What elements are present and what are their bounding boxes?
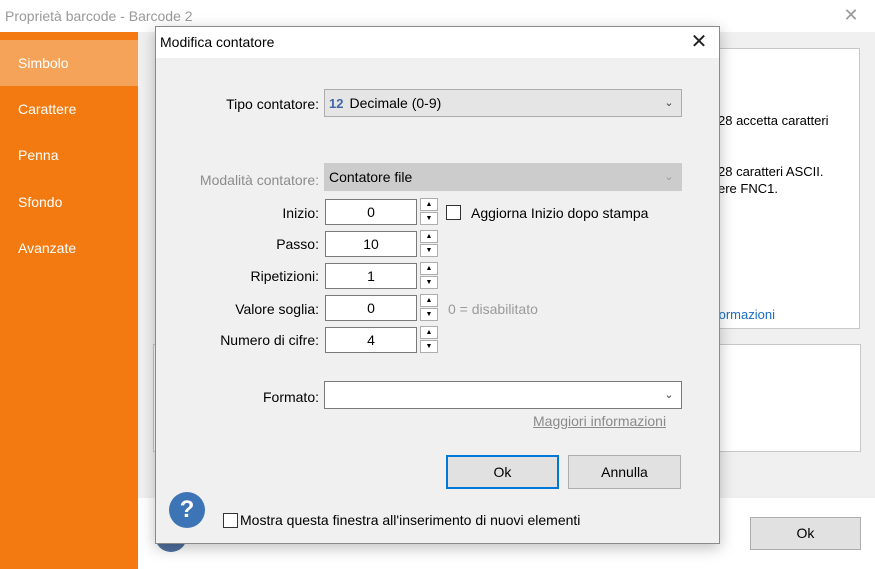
spin-up-icon[interactable]: ▲ bbox=[420, 326, 438, 339]
sidebar-item-simbolo[interactable]: Simbolo bbox=[0, 40, 138, 86]
back-window-close-icon[interactable]: ✕ bbox=[841, 5, 861, 25]
spin-down-icon[interactable]: ▼ bbox=[420, 212, 438, 225]
chevron-down-icon: ⌄ bbox=[664, 171, 674, 183]
back-window-title: Proprietà barcode - Barcode 2 bbox=[5, 8, 193, 24]
inizio-input[interactable]: 0 bbox=[325, 199, 417, 225]
spin-down-icon[interactable]: ▼ bbox=[420, 308, 438, 321]
modalita-contatore-select[interactable]: Contatore file ⌄ bbox=[324, 163, 682, 191]
ripetizioni-input[interactable]: 1 bbox=[325, 263, 417, 289]
close-icon[interactable]: ✕ bbox=[686, 30, 712, 54]
sidebar-item-carattere[interactable]: Carattere bbox=[0, 86, 138, 132]
sidebar-item-avanzate[interactable]: Avanzate bbox=[0, 225, 138, 271]
passo-input[interactable]: 10 bbox=[325, 231, 417, 257]
tipo-contatore-label: Tipo contatore: bbox=[226, 96, 319, 112]
description-line-3: ere FNC1. bbox=[718, 181, 778, 196]
valore-soglia-hint: 0 = disabilitato bbox=[448, 301, 538, 317]
annulla-button[interactable]: Annulla bbox=[568, 455, 681, 489]
spin-down-icon[interactable]: ▼ bbox=[420, 244, 438, 257]
mostra-finestra-label: Mostra questa finestra all'inserimento d… bbox=[240, 512, 581, 528]
description-line-2: 28 caratteri ASCII. bbox=[718, 164, 824, 179]
formato-combobox[interactable]: ⌄ bbox=[324, 381, 682, 409]
spin-up-icon[interactable]: ▲ bbox=[420, 230, 438, 243]
spin-down-icon[interactable]: ▼ bbox=[420, 340, 438, 353]
modalita-contatore-label: Modalità contatore: bbox=[199, 172, 319, 188]
spin-down-icon[interactable]: ▼ bbox=[420, 276, 438, 289]
tipo-contatore-value: Decimale (0-9) bbox=[349, 95, 442, 111]
sidebar-item-penna[interactable]: Penna bbox=[0, 132, 138, 178]
decimal-number-icon: 12 bbox=[329, 96, 344, 111]
aggiorna-inizio-label: Aggiorna Inizio dopo stampa bbox=[471, 205, 649, 221]
passo-label: Passo: bbox=[276, 236, 319, 252]
ripetizioni-label: Ripetizioni: bbox=[250, 268, 319, 284]
maggiori-informazioni-link[interactable]: Maggiori informazioni bbox=[533, 413, 666, 429]
tipo-contatore-select[interactable]: 12 Decimale (0-9) ⌄ bbox=[324, 89, 682, 117]
modalita-contatore-value: Contatore file bbox=[329, 169, 413, 185]
ok-button[interactable]: Ok bbox=[446, 455, 559, 489]
chevron-down-icon: ⌄ bbox=[664, 389, 674, 401]
dialog-title: Modifica contatore bbox=[160, 34, 275, 50]
numero-cifre-stepper[interactable]: ▲ ▼ bbox=[420, 326, 438, 353]
spin-up-icon[interactable]: ▲ bbox=[420, 294, 438, 307]
valore-soglia-label: Valore soglia: bbox=[235, 301, 319, 317]
mostra-finestra-checkbox[interactable] bbox=[223, 513, 238, 528]
numero-cifre-input[interactable]: 4 bbox=[325, 327, 417, 353]
ripetizioni-stepper[interactable]: ▲ ▼ bbox=[420, 262, 438, 289]
spin-up-icon[interactable]: ▲ bbox=[420, 262, 438, 275]
valore-soglia-input[interactable]: 0 bbox=[325, 295, 417, 321]
modifica-contatore-dialog: Modifica contatore ✕ Tipo contatore: 12 D… bbox=[155, 26, 720, 544]
back-window-more-info-link[interactable]: formazioni bbox=[715, 307, 775, 322]
inizio-label: Inizio: bbox=[282, 205, 319, 221]
back-window-description-panel: 28 accetta caratteri 28 caratteri ASCII.… bbox=[700, 48, 860, 329]
valore-soglia-stepper[interactable]: ▲ ▼ bbox=[420, 294, 438, 321]
description-line-1: 28 accetta caratteri bbox=[718, 113, 829, 128]
numero-cifre-label: Numero di cifre: bbox=[220, 332, 319, 348]
spin-up-icon[interactable]: ▲ bbox=[420, 198, 438, 211]
passo-stepper[interactable]: ▲ ▼ bbox=[420, 230, 438, 257]
dialog-titlebar: Modifica contatore ✕ bbox=[156, 27, 719, 58]
inizio-stepper[interactable]: ▲ ▼ bbox=[420, 198, 438, 225]
chevron-down-icon: ⌄ bbox=[664, 97, 674, 109]
help-icon[interactable]: ? bbox=[169, 492, 205, 528]
back-window-ok-button[interactable]: Ok bbox=[750, 517, 861, 550]
sidebar-item-sfondo[interactable]: Sfondo bbox=[0, 179, 138, 225]
aggiorna-inizio-checkbox[interactable] bbox=[446, 205, 461, 220]
formato-label: Formato: bbox=[262, 389, 319, 405]
back-window-sidebar: Simbolo Carattere Penna Sfondo Avanzate bbox=[0, 32, 138, 569]
